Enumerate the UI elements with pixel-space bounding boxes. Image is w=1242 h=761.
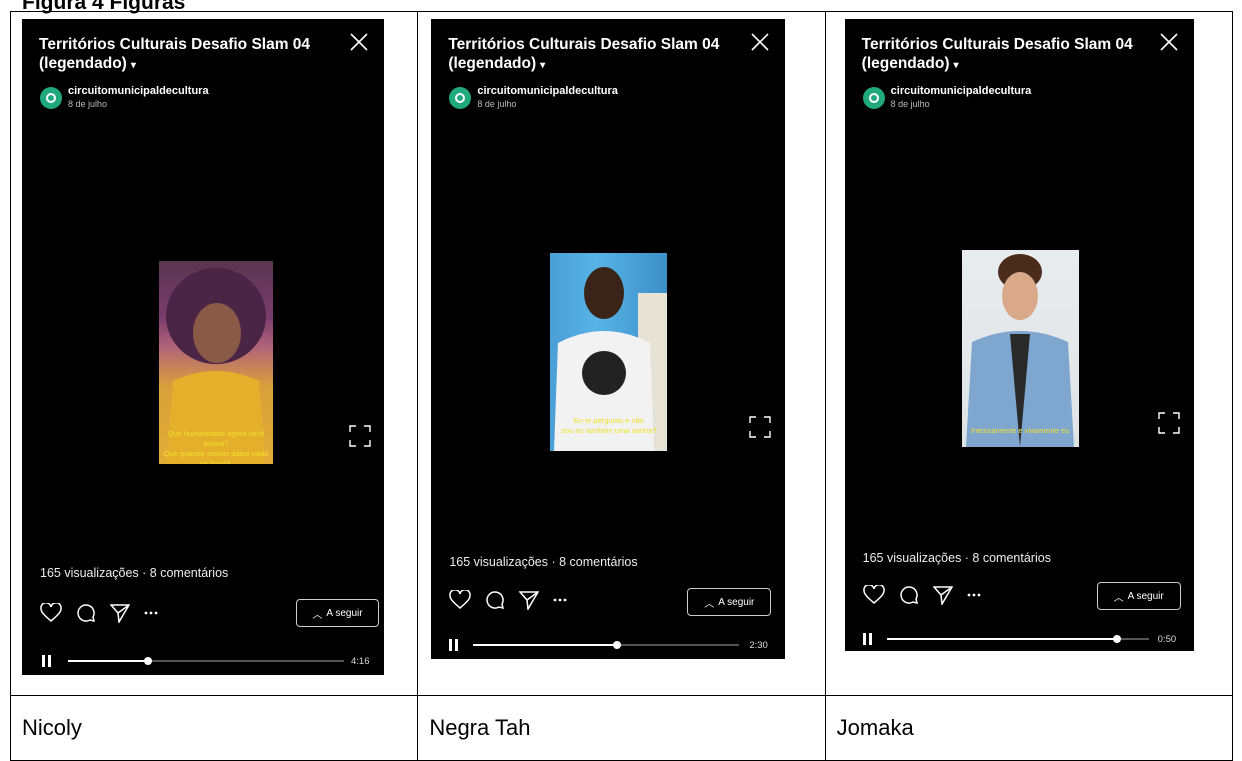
post-date: 8 de julho — [68, 99, 108, 109]
chevron-up-icon: ︿ — [312, 609, 323, 621]
post-date: 8 de julho — [477, 99, 517, 109]
video-title-text: Territórios Culturais Desafio Slam 04 (l… — [861, 36, 1133, 72]
action-bar — [862, 585, 981, 605]
heart-icon[interactable] — [862, 585, 885, 605]
more-options-icon[interactable] — [967, 592, 981, 598]
dropdown-caret-icon[interactable]: ▾ — [954, 60, 959, 71]
close-icon[interactable] — [749, 31, 771, 53]
chevron-up-icon: ︿ — [1113, 592, 1124, 604]
pause-icon[interactable] — [449, 639, 459, 651]
follow-label: A seguir — [718, 596, 755, 608]
action-bar — [449, 590, 567, 610]
close-icon[interactable] — [348, 31, 370, 53]
video-title[interactable]: Territórios Culturais Desafio Slam 04 (l… — [39, 35, 329, 75]
fullscreen-icon[interactable] — [749, 416, 772, 438]
follow-label: A seguir — [326, 607, 363, 619]
remaining-time: 4:16 — [351, 656, 370, 667]
comment-icon[interactable] — [76, 603, 96, 623]
heart-icon[interactable] — [449, 590, 472, 610]
progress-bar[interactable] — [886, 635, 1149, 643]
avatar[interactable] — [449, 87, 472, 109]
share-icon[interactable] — [519, 590, 540, 610]
subtitle-line: Que quando morrer daqui nada se levará. — [163, 449, 269, 464]
view-comment-stats: 165 visualizações · 8 comentários — [449, 555, 638, 569]
share-icon[interactable] — [932, 585, 953, 605]
name-cell-1: Nicoly — [9, 695, 419, 761]
view-comment-stats: 165 visualizações · 8 comentários — [862, 551, 1051, 565]
fullscreen-icon[interactable] — [1157, 412, 1180, 434]
action-bar — [40, 603, 158, 623]
screenshot-cell-2: Territórios Culturais Desafio Slam 04 (l… — [417, 11, 826, 696]
share-icon[interactable] — [110, 603, 130, 623]
progress-fill — [68, 660, 149, 662]
video-frame[interactable]: Eu te pergunto e não sou eu também uma r… — [550, 253, 668, 451]
comment-icon[interactable] — [485, 590, 505, 610]
video-title-text: Territórios Culturais Desafio Slam 04 (l… — [39, 36, 311, 72]
progress-fill — [473, 644, 617, 646]
screenshot-row: Territórios Culturais Desafio Slam 04 (l… — [9, 11, 1234, 696]
account-name[interactable]: circuitomunicipaldecultura — [68, 85, 209, 97]
progress-fill — [886, 638, 1118, 640]
subtitle-line: sou eu também uma rainha? — [561, 426, 657, 435]
progress-knob[interactable] — [1113, 635, 1122, 643]
video-frame[interactable]: Que humanidade agora você levará? Que qu… — [159, 261, 273, 464]
remaining-time: 0:50 — [1157, 634, 1177, 645]
dropdown-caret-icon[interactable]: ▾ — [540, 60, 545, 71]
progress-knob[interactable] — [612, 641, 621, 649]
more-options-icon[interactable] — [144, 610, 158, 616]
avatar[interactable] — [40, 87, 62, 109]
avatar[interactable] — [862, 87, 885, 109]
more-options-icon[interactable] — [553, 597, 567, 603]
remaining-time: 2:30 — [749, 640, 768, 651]
instagram-video-screenshot-1: Territórios Culturais Desafio Slam 04 (l… — [22, 19, 384, 675]
post-date: 8 de julho — [890, 99, 930, 109]
follow-button[interactable]: ︿ A seguir — [687, 588, 772, 616]
fullscreen-icon[interactable] — [349, 425, 371, 447]
progress-bar[interactable] — [68, 657, 344, 665]
chevron-up-icon: ︿ — [704, 598, 715, 610]
pause-icon[interactable] — [42, 655, 52, 667]
screenshot-cell-3: Territórios Culturais Desafio Slam 04 (l… — [824, 11, 1234, 696]
video-title[interactable]: Territórios Culturais Desafio Slam 04 (l… — [448, 35, 738, 75]
figure-table: Territórios Culturais Desafio Slam 04 (l… — [9, 11, 1234, 761]
screenshot-cell-1: Territórios Culturais Desafio Slam 04 (l… — [9, 11, 419, 696]
name-row: Nicoly Negra Tah Jomaka — [9, 695, 1234, 761]
dropdown-caret-icon[interactable]: ▾ — [131, 60, 136, 71]
follow-button[interactable]: ︿ A seguir — [1096, 582, 1181, 610]
close-icon[interactable] — [1158, 31, 1180, 53]
video-title[interactable]: Territórios Culturais Desafio Slam 04 (l… — [862, 35, 1152, 75]
video-frame[interactable]: Intensamente e vivamente eu — [961, 250, 1079, 447]
subtitle-line: Eu te pergunto e não — [573, 416, 644, 425]
comment-icon[interactable] — [899, 585, 919, 605]
progress-bar[interactable] — [473, 641, 740, 649]
account-name[interactable]: circuitomunicipaldecultura — [891, 85, 1032, 97]
name-cell-3: Jomaka — [824, 695, 1234, 761]
video-title-text: Territórios Culturais Desafio Slam 04 (l… — [448, 36, 720, 72]
subtitle-line: Intensamente e vivamente eu — [970, 426, 1070, 435]
follow-label: A seguir — [1127, 590, 1164, 602]
account-name[interactable]: circuitomunicipaldecultura — [477, 85, 618, 97]
view-comment-stats: 165 visualizações · 8 comentários — [40, 566, 229, 580]
instagram-video-screenshot-2: Territórios Culturais Desafio Slam 04 (l… — [431, 19, 786, 659]
subtitle-line: Que humanidade agora você levará? — [167, 429, 265, 448]
instagram-video-screenshot-3: Territórios Culturais Desafio Slam 04 (l… — [844, 19, 1194, 651]
follow-button[interactable]: ︿ A seguir — [296, 599, 379, 627]
speaker-figure — [965, 254, 1074, 447]
name-cell-2: Negra Tah — [417, 695, 826, 761]
heart-icon[interactable] — [40, 603, 62, 623]
progress-knob[interactable] — [144, 657, 153, 665]
pause-icon[interactable] — [862, 633, 873, 645]
